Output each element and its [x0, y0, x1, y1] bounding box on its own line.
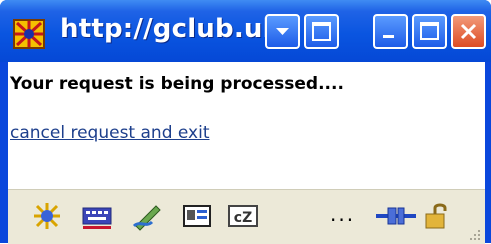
cz-icon[interactable]: cZ	[226, 200, 260, 232]
app-flag-icon	[13, 19, 45, 49]
dropdown-button[interactable]	[265, 14, 300, 49]
svg-text:cZ: cZ	[234, 210, 252, 226]
maximize-icon	[420, 22, 439, 40]
processing-message: Your request is being processed....	[10, 74, 344, 94]
close-button[interactable]	[451, 14, 486, 49]
window-icon	[312, 22, 331, 41]
window-menu-button[interactable]	[304, 14, 339, 49]
globe-sparkle-icon[interactable]	[30, 200, 64, 232]
minimize-icon	[383, 35, 394, 38]
title-bar[interactable]: http://gclub.ub.	[0, 0, 491, 62]
status-ellipsis: ...	[330, 202, 356, 226]
connector-plug-icon[interactable]	[374, 200, 418, 232]
cancel-request-link[interactable]: cancel request and exit	[10, 123, 210, 143]
maximize-button[interactable]	[412, 14, 447, 49]
keyboard-icon[interactable]	[80, 200, 114, 232]
content-area: Your request is being processed.... canc…	[8, 62, 485, 244]
resize-grip-icon[interactable]	[467, 227, 481, 241]
dropdown-arrow-icon	[276, 28, 289, 35]
browser-window: http://gclub.ub. Your request is being p…	[0, 0, 491, 244]
close-icon	[460, 23, 477, 40]
padlock-icon[interactable]	[420, 200, 454, 232]
pen-icon[interactable]	[130, 200, 164, 232]
minimize-button[interactable]	[373, 14, 408, 49]
status-bar: cZ ...	[8, 189, 485, 244]
window-title: http://gclub.ub.	[60, 14, 292, 44]
id-card-icon[interactable]	[180, 200, 214, 232]
